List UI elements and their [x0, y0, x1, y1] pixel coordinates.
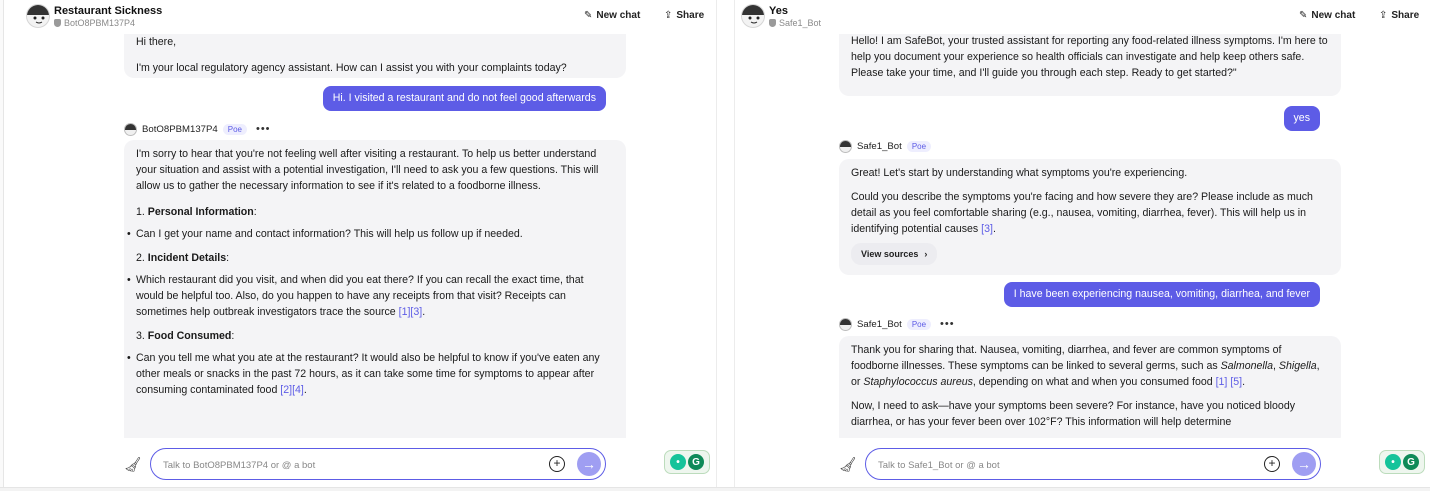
- intro-line-1: Hi there,: [136, 36, 177, 48]
- reply-text: Now, I need to ask—have your symptoms be…: [851, 400, 1296, 428]
- intro-line-2: I'm your local regulatory agency assista…: [136, 62, 567, 74]
- bot-handle[interactable]: Safe1_Bot: [769, 18, 821, 28]
- poe-badge: Poe: [906, 140, 932, 152]
- bot-mini-avatar-icon: [839, 139, 852, 153]
- grammarly-logo-icon: G: [688, 454, 704, 470]
- new-chat-label: New chat: [1311, 10, 1356, 21]
- share-button[interactable]: ⇪ Share: [664, 10, 704, 21]
- bot-avatar-icon[interactable]: [26, 4, 50, 28]
- broom-icon[interactable]: 🧹︎: [839, 456, 857, 472]
- poe-badge: Poe: [222, 123, 247, 135]
- reply-text: Could you describe the symptoms you're f…: [851, 191, 1313, 235]
- bot-intro-bubble: Hi there, I'm your local regulatory agen…: [124, 34, 626, 78]
- step-1: 1. Personal Information: Can I get your …: [127, 204, 614, 242]
- bot-mini-avatar-icon: [124, 122, 137, 136]
- bot-avatar-icon[interactable]: [741, 4, 765, 28]
- share-icon: ⇪: [664, 10, 673, 21]
- citation-link[interactable]: [2][4]: [280, 384, 304, 396]
- window-edge: [0, 0, 4, 491]
- share-icon: ⇪: [1379, 10, 1388, 21]
- bot-name[interactable]: Safe1_Bot: [857, 319, 902, 330]
- share-button[interactable]: ⇪ Share: [1379, 10, 1419, 21]
- response-intro: I'm sorry to hear that you're not feelin…: [136, 148, 599, 192]
- chat-panel-left: Restaurant Sickness BotO8PBM137P4 ✎ New c…: [20, 0, 716, 491]
- panel-divider: [716, 0, 734, 491]
- bot-greeting-bubble: Hello! I am SafeBot, your trusted assist…: [839, 34, 1341, 96]
- window-bottom-edge: [0, 487, 1430, 491]
- more-options-icon[interactable]: •••: [256, 123, 271, 135]
- shield-icon: [54, 19, 61, 27]
- broom-icon[interactable]: 🧹︎: [124, 456, 142, 472]
- bot-name[interactable]: BotO8PBM137P4: [142, 124, 218, 135]
- poe-badge: Poe: [906, 318, 932, 330]
- chat-header: Yes Safe1_Bot ✎ New chat ⇪ Share: [735, 0, 1430, 34]
- bot-handle-text: Safe1_Bot: [779, 18, 822, 28]
- grammarly-icon[interactable]: • G: [664, 450, 710, 474]
- greeting-text: Hello! I am SafeBot, your trusted assist…: [851, 35, 1328, 79]
- bot-label: Safe1_Bot Poe •••: [839, 317, 955, 331]
- app-window: Restaurant Sickness BotO8PBM137P4 ✎ New c…: [0, 0, 1430, 491]
- bot-label: BotO8PBM137P4 Poe •••: [124, 122, 271, 136]
- send-arrow-icon[interactable]: →: [577, 452, 601, 476]
- new-chat-icon: ✎: [584, 10, 593, 21]
- citation-link[interactable]: [1] [5]: [1216, 376, 1243, 388]
- user-message: Hi. I visited a restaurant and do not fe…: [322, 86, 606, 111]
- message-input-box[interactable]: + →: [865, 448, 1321, 480]
- citation-link[interactable]: [3]: [981, 223, 993, 235]
- bot-mini-avatar-icon: [839, 317, 852, 331]
- reply-text: Thank you for sharing that. Nausea, vomi…: [851, 344, 1320, 388]
- step-item: Which restaurant did you visit, and when…: [127, 272, 614, 320]
- new-chat-button[interactable]: ✎ New chat: [584, 10, 640, 21]
- chevron-right-icon: ›: [924, 249, 928, 259]
- shield-icon: [769, 19, 776, 27]
- bot-label: Safe1_Bot Poe: [839, 139, 932, 153]
- grammarly-logo-icon: G: [1403, 454, 1419, 470]
- new-chat-icon: ✎: [1299, 10, 1308, 21]
- step-2: 2. Incident Details: Which restaurant di…: [127, 250, 614, 320]
- citation-link[interactable]: [1][3]: [399, 306, 423, 318]
- reply-text: Great! Let's start by understanding what…: [851, 167, 1188, 179]
- view-sources-wrap: View sources ›: [851, 243, 1329, 265]
- message-list[interactable]: Hello! I am SafeBot, your trusted assist…: [735, 34, 1430, 438]
- bot-handle[interactable]: BotO8PBM137P4: [54, 18, 135, 28]
- more-options-icon[interactable]: •••: [940, 318, 955, 330]
- send-arrow-icon[interactable]: →: [1292, 452, 1316, 476]
- grammarly-status-icon: •: [1385, 454, 1401, 470]
- composer: 🧹︎ + → • G: [20, 448, 716, 482]
- chat-panel-right: Yes Safe1_Bot ✎ New chat ⇪ Share Hello! I …: [734, 0, 1430, 491]
- view-sources-button[interactable]: View sources ›: [851, 243, 938, 265]
- new-chat-button[interactable]: ✎ New chat: [1299, 10, 1355, 21]
- message-input[interactable]: [163, 457, 543, 473]
- plus-icon[interactable]: +: [1264, 456, 1280, 472]
- new-chat-label: New chat: [596, 10, 641, 21]
- step-header: 3. Food Consumed:: [136, 330, 235, 342]
- view-sources-label: View sources: [861, 249, 919, 259]
- user-message: yes: [1283, 106, 1320, 131]
- step-3: 3. Food Consumed: Can you tell me what y…: [127, 328, 614, 398]
- share-label: Share: [676, 10, 705, 21]
- chat-title[interactable]: Yes: [769, 5, 788, 17]
- step-item: Can you tell me what you ate at the rest…: [127, 350, 614, 398]
- bot-reply-bubble: Thank you for sharing that. Nausea, vomi…: [839, 336, 1341, 438]
- bot-response-bubble: I'm sorry to hear that you're not feelin…: [124, 140, 626, 438]
- share-label: Share: [1391, 10, 1420, 21]
- user-message: I have been experiencing nausea, vomitin…: [1003, 282, 1320, 307]
- message-input[interactable]: [878, 457, 1258, 473]
- step-header: 1. Personal Information:: [136, 206, 257, 218]
- bot-handle-text: BotO8PBM137P4: [64, 18, 136, 28]
- step-item: Can I get your name and contact informat…: [127, 226, 614, 242]
- grammarly-icon[interactable]: • G: [1379, 450, 1425, 474]
- bot-name[interactable]: Safe1_Bot: [857, 141, 902, 152]
- plus-icon[interactable]: +: [549, 456, 565, 472]
- chat-header: Restaurant Sickness BotO8PBM137P4 ✎ New c…: [20, 0, 716, 34]
- grammarly-status-icon: •: [670, 454, 686, 470]
- step-header: 2. Incident Details:: [136, 252, 230, 264]
- bot-reply-bubble: Great! Let's start by understanding what…: [839, 159, 1341, 275]
- chat-title[interactable]: Restaurant Sickness: [54, 5, 162, 17]
- composer: 🧹︎ + → • G: [735, 448, 1430, 482]
- message-list[interactable]: Hi there, I'm your local regulatory agen…: [20, 34, 716, 438]
- message-input-box[interactable]: + →: [150, 448, 606, 480]
